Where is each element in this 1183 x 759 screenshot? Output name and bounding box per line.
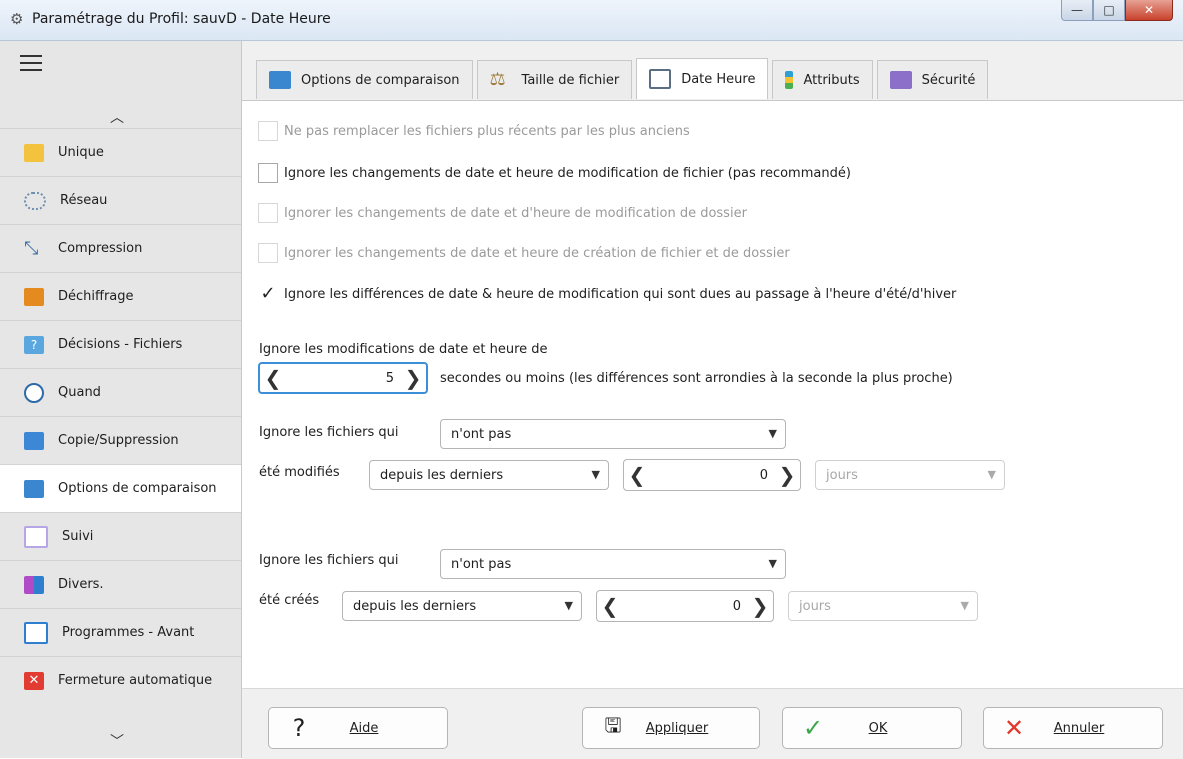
modified-condition-select[interactable]: n'ont pas ▼ xyxy=(440,419,786,449)
sidebar-item-fermeture-automatique[interactable]: ✕ Fermeture automatique xyxy=(0,656,241,704)
increment-icon[interactable]: ❯ xyxy=(747,594,773,618)
footer-buttons: ? Aide 🖫 Appliquer ✓ OK ✕ Annuler xyxy=(242,688,1183,759)
apply-button[interactable]: 🖫 Appliquer xyxy=(582,707,760,749)
increment-icon[interactable]: ❯ xyxy=(400,366,426,390)
scale-icon: ⚖ xyxy=(489,69,506,90)
created-label: Ignore les fichiers qui xyxy=(259,553,399,568)
checkbox-ignore-creation-date[interactable] xyxy=(258,243,278,263)
chevron-down-icon: ▼ xyxy=(768,427,777,440)
close-button[interactable]: ✕ xyxy=(1125,0,1173,21)
modified-count-stepper[interactable]: ❮ 0 ❯ xyxy=(623,459,801,491)
tab-taille-fichier[interactable]: ⚖ Taille de fichier xyxy=(476,60,633,99)
sidebar-item-unique[interactable]: Unique xyxy=(0,128,241,176)
option-ignore-creation-date: Ignorer les changements de date et heure… xyxy=(258,243,790,263)
sidebar-item-reseau[interactable]: Réseau xyxy=(0,176,241,224)
created-count-stepper[interactable]: ❮ 0 ❯ xyxy=(596,590,774,622)
checkbox-ignore-dst[interactable]: ✓ xyxy=(258,284,278,304)
option-ignore-dst: ✓ Ignore les différences de date & heure… xyxy=(258,284,956,304)
sidebar-item-suivi[interactable]: Suivi xyxy=(0,512,241,560)
chevron-down-icon: ▼ xyxy=(960,599,969,612)
calendar-clock-icon xyxy=(649,69,672,89)
tab-date-heure[interactable]: Date Heure xyxy=(636,58,769,99)
question-file-icon: ? xyxy=(24,335,44,354)
sidebar-item-quand[interactable]: Quand xyxy=(0,368,241,416)
copy-icon xyxy=(24,431,44,450)
modified-unit-select[interactable]: jours ▼ xyxy=(815,460,1005,490)
lock-icon xyxy=(24,287,44,306)
tolerance-label: Ignore les modifications de date et heur… xyxy=(259,342,548,357)
checkbox-ignore-folder-mod-date[interactable] xyxy=(258,203,278,223)
option-ignore-file-mod-date: Ignore les changements de date et heure … xyxy=(258,163,851,183)
sidebar-item-dechiffrage[interactable]: Déchiffrage xyxy=(0,272,241,320)
checkmark-icon: ✓ xyxy=(802,714,824,742)
tab-securite[interactable]: Sécurité xyxy=(876,60,989,99)
compress-icon: ⤡ xyxy=(24,237,39,259)
chevron-down-icon: ▼ xyxy=(591,468,600,481)
created-condition-select[interactable]: n'ont pas ▼ xyxy=(440,549,786,579)
created-unit-select[interactable]: jours ▼ xyxy=(788,591,978,621)
sidebar-item-copie-suppression[interactable]: Copie/Suppression xyxy=(0,416,241,464)
decrement-icon[interactable]: ❮ xyxy=(597,594,623,618)
sidebar-item-programmes-avant[interactable]: Programmes - Avant xyxy=(0,608,241,656)
app-gear-icon: ⚙ xyxy=(10,10,24,28)
compare-icon xyxy=(269,71,291,89)
option-no-replace-newer: Ne pas remplacer les fichiers plus récen… xyxy=(258,121,690,141)
folder-icon xyxy=(24,143,44,162)
title-bar: ⚙ Paramétrage du Profil: sauvD - Date He… xyxy=(0,0,1183,41)
tolerance-suffix: secondes ou moins (les différences sont … xyxy=(440,371,953,386)
modified-sub-label: été modifiés xyxy=(259,465,340,480)
sidebar-item-options-comparaison[interactable]: Options de comparaison xyxy=(0,464,241,512)
modified-period-select[interactable]: depuis les derniers ▼ xyxy=(369,460,609,490)
chevron-up-icon[interactable]: ︿ xyxy=(110,107,124,127)
sidebar: ︿ Unique Réseau ⤡ Compression Déchiffrag… xyxy=(0,41,242,758)
tolerance-seconds-stepper[interactable]: ❮ 5 ❯ xyxy=(258,362,428,394)
tab-bar: Options de comparaison ⚖ Taille de fichi… xyxy=(256,58,992,100)
save-icon: 🖫 xyxy=(604,713,622,737)
menu-icon[interactable] xyxy=(20,55,42,76)
option-ignore-folder-mod-date: Ignorer les changements de date et d'heu… xyxy=(258,203,747,223)
window-title: Paramétrage du Profil: sauvD - Date Heur… xyxy=(32,11,331,27)
maximize-button[interactable]: □ xyxy=(1093,0,1125,21)
ok-button[interactable]: ✓ OK xyxy=(782,707,962,749)
security-icon xyxy=(889,71,912,89)
sidebar-item-decisions-fichiers[interactable]: ? Décisions - Fichiers xyxy=(0,320,241,368)
compare-icon xyxy=(24,479,44,498)
clock-icon xyxy=(24,382,44,403)
checkbox-no-replace-newer[interactable] xyxy=(258,121,278,141)
date-heure-panel: Ne pas remplacer les fichiers plus récen… xyxy=(242,100,1183,689)
close-box-icon: ✕ xyxy=(24,671,44,690)
network-icon xyxy=(24,191,46,210)
help-button[interactable]: ? Aide xyxy=(268,707,448,749)
minimize-button[interactable]: — xyxy=(1061,0,1093,21)
sidebar-item-compression[interactable]: ⤡ Compression xyxy=(0,224,241,272)
question-icon: ? xyxy=(292,714,306,742)
settings-window: ⚙ Paramétrage du Profil: sauvD - Date He… xyxy=(0,0,1183,759)
attributes-icon xyxy=(785,71,794,89)
created-period-select[interactable]: depuis les derniers ▼ xyxy=(342,591,582,621)
tab-options-comparaison[interactable]: Options de comparaison xyxy=(256,60,473,99)
misc-icon xyxy=(24,575,44,594)
tab-attributs[interactable]: Attributs xyxy=(772,60,873,99)
program-icon xyxy=(24,621,48,644)
created-sub-label: été créés xyxy=(259,593,320,608)
decrement-icon[interactable]: ❮ xyxy=(260,366,286,390)
cross-icon: ✕ xyxy=(1003,714,1025,742)
checkbox-ignore-file-mod-date[interactable] xyxy=(258,163,278,183)
modified-label: Ignore les fichiers qui xyxy=(259,425,399,440)
sidebar-item-divers[interactable]: Divers. xyxy=(0,560,241,608)
chevron-down-icon: ▼ xyxy=(987,468,996,481)
chevron-down-icon: ▼ xyxy=(768,557,777,570)
cancel-button[interactable]: ✕ Annuler xyxy=(983,707,1163,749)
chevron-down-icon[interactable]: ﹀ xyxy=(110,731,124,751)
increment-icon[interactable]: ❯ xyxy=(774,463,800,487)
decrement-icon[interactable]: ❮ xyxy=(624,463,650,487)
list-icon xyxy=(24,525,48,548)
chevron-down-icon: ▼ xyxy=(564,599,573,612)
